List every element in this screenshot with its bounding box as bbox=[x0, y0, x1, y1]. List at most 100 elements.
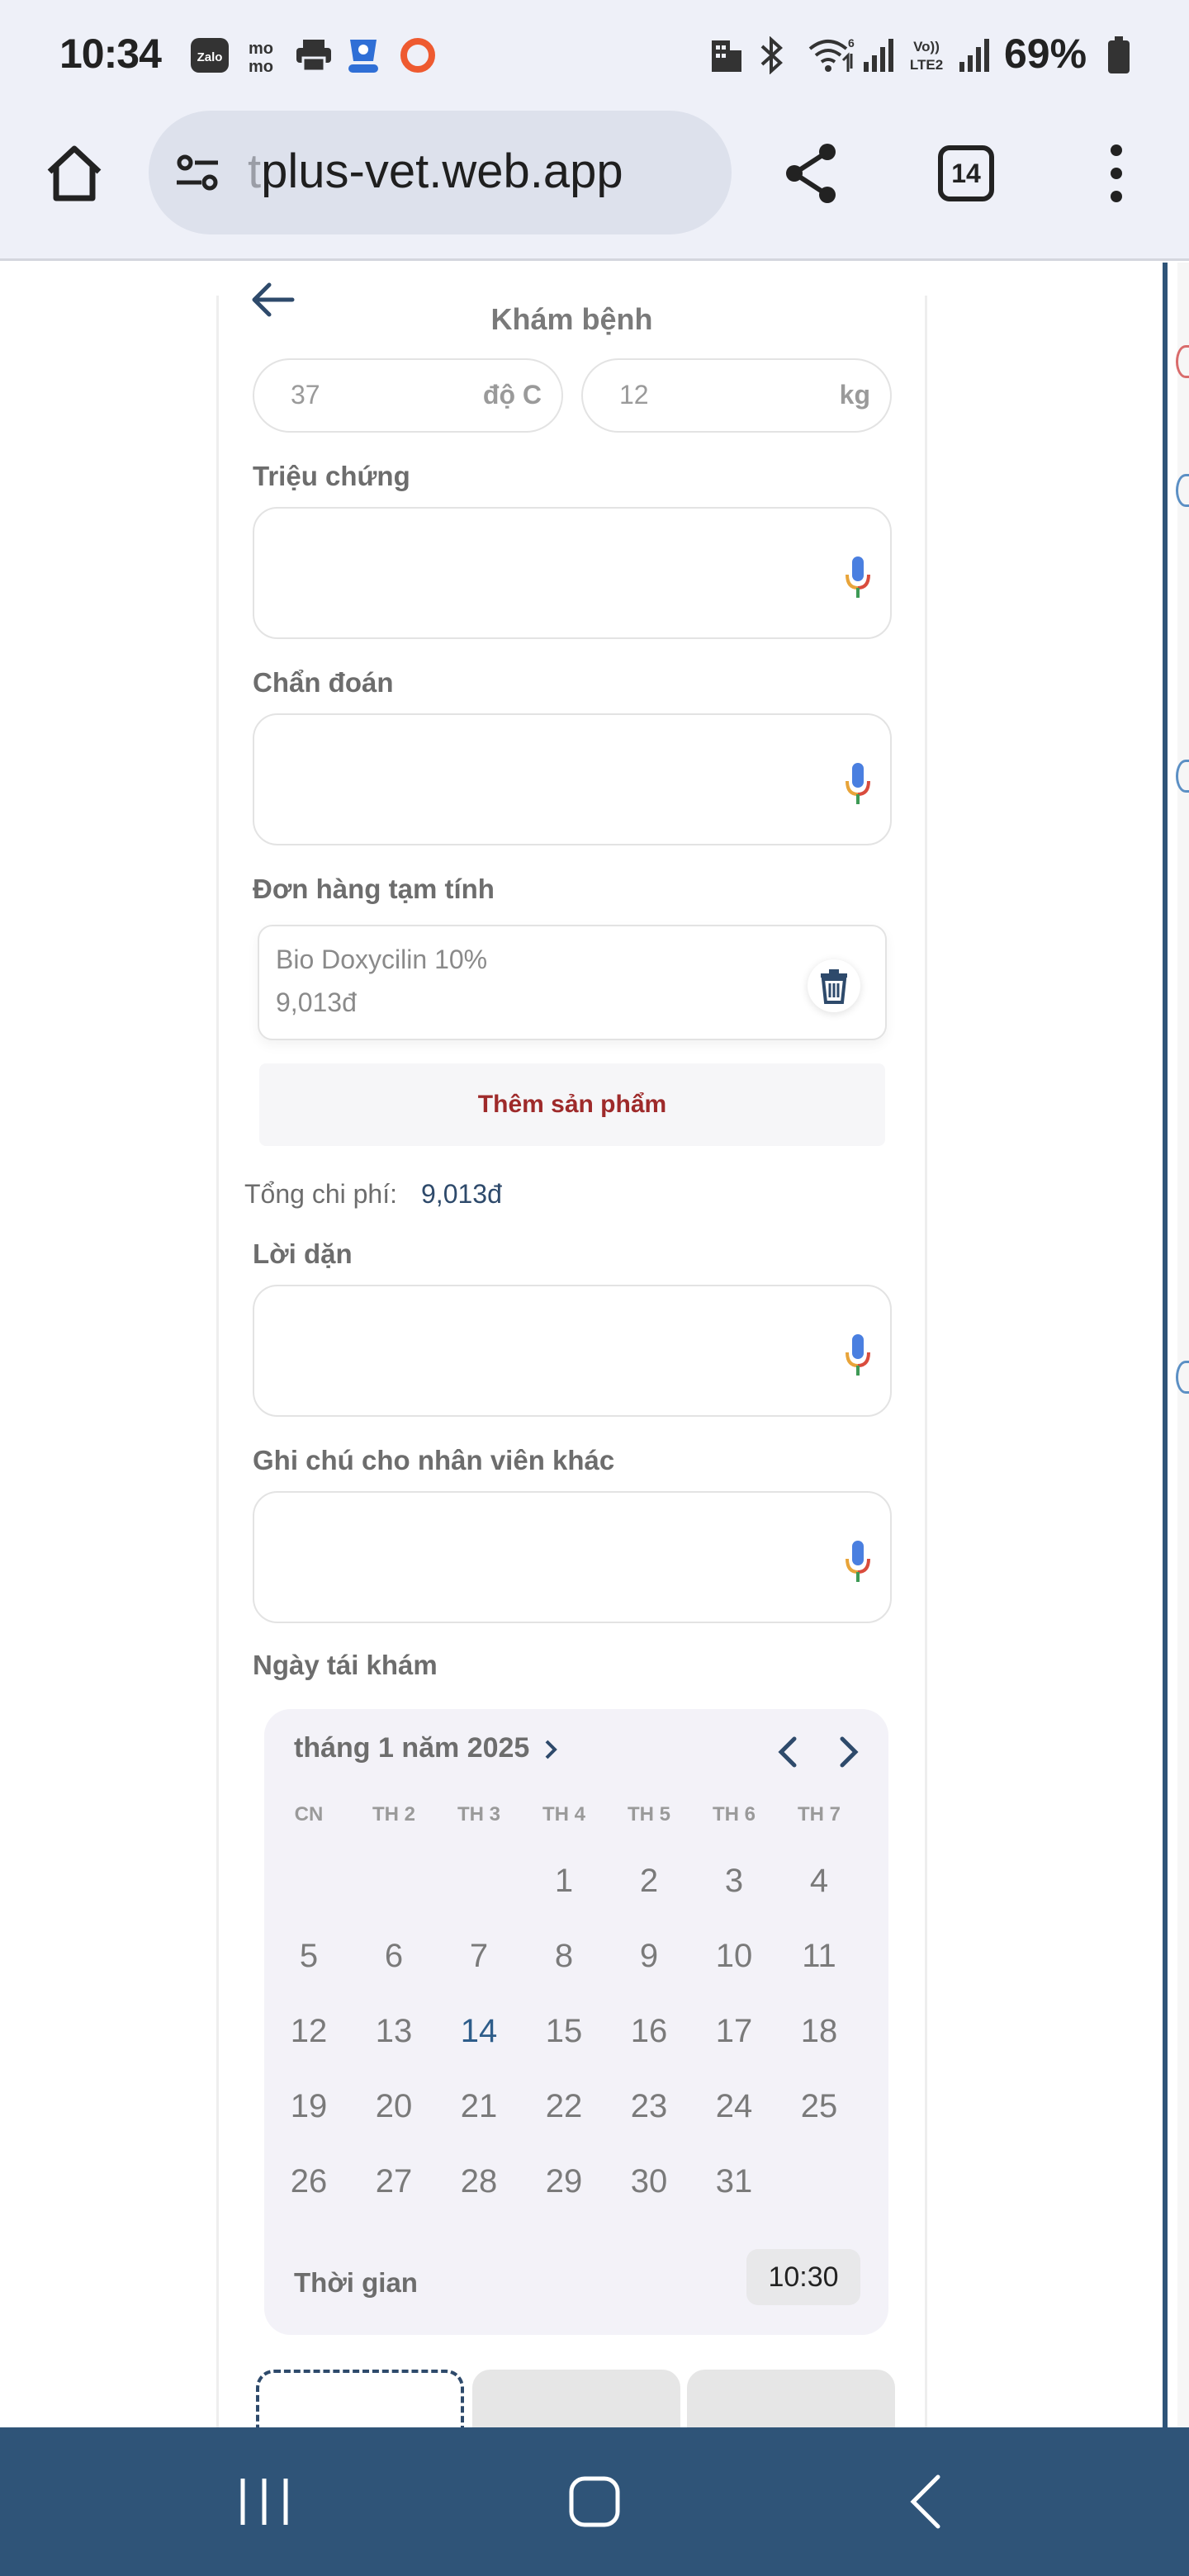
weekday-label: TH 4 bbox=[542, 1803, 585, 1825]
order-item-name: Bio Doxycilin 10% bbox=[276, 945, 488, 974]
calendar-next-button[interactable] bbox=[832, 1732, 865, 1772]
home-icon bbox=[47, 145, 102, 201]
calendar-day[interactable]: 11 bbox=[778, 1923, 860, 1989]
diagnosis-field[interactable] bbox=[253, 713, 892, 845]
bottom-option-2[interactable] bbox=[472, 2370, 680, 2427]
calendar-day[interactable]: 20 bbox=[353, 2073, 435, 2139]
building-icon bbox=[708, 35, 745, 76]
calendar-day[interactable]: 24 bbox=[693, 2073, 775, 2139]
order-item-price: 9,013đ bbox=[276, 987, 357, 1017]
calendar-day[interactable]: 4 bbox=[778, 1848, 860, 1914]
staff-note-field[interactable] bbox=[253, 1491, 892, 1623]
weight-input[interactable]: 12 kg bbox=[581, 358, 892, 433]
system-nav-bar bbox=[0, 2427, 1189, 2576]
calendar-day[interactable]: 2 bbox=[608, 1848, 690, 1914]
calendar-day[interactable]: 10 bbox=[693, 1923, 775, 1989]
symptoms-field[interactable] bbox=[253, 507, 892, 639]
overflow-menu-button[interactable] bbox=[1100, 137, 1133, 211]
weekday-label: CN bbox=[294, 1803, 324, 1825]
symptoms-label: Triệu chứng bbox=[253, 461, 410, 491]
temperature-unit: độ C bbox=[482, 380, 542, 410]
calendar-day[interactable]: 5 bbox=[268, 1923, 350, 1989]
page-content: Khám bệnh 37 độ C 12 kg Triệu chứng Chẩn… bbox=[0, 263, 1189, 2427]
calendar-day[interactable]: 13 bbox=[353, 1998, 435, 2064]
chevron-left-icon bbox=[910, 2474, 940, 2529]
bluetooth-icon bbox=[755, 35, 788, 76]
zalo-icon: Zalo bbox=[188, 35, 231, 76]
calendar-day[interactable]: 22 bbox=[523, 2073, 605, 2139]
calendar-month-label[interactable]: tháng 1 năm 2025 bbox=[294, 1732, 529, 1764]
weekday-label: TH 3 bbox=[457, 1803, 500, 1825]
home-nav-button[interactable] bbox=[561, 2469, 628, 2535]
site-settings-icon[interactable] bbox=[173, 148, 223, 197]
calendar-day[interactable]: 16 bbox=[608, 1998, 690, 2064]
calendar-day[interactable]: 25 bbox=[778, 2073, 860, 2139]
calendar-day[interactable]: 17 bbox=[693, 1998, 775, 2064]
battery-percent: 69% bbox=[1004, 31, 1087, 77]
calendar-day[interactable]: 23 bbox=[608, 2073, 690, 2139]
calendar-day[interactable]: 19 bbox=[268, 2073, 350, 2139]
temperature-input[interactable]: 37 độ C bbox=[253, 358, 563, 433]
side-panel-peek bbox=[1177, 263, 1189, 2427]
panel-divider-right bbox=[925, 296, 927, 2427]
revisit-calendar: tháng 1 năm 2025 CN TH 2 TH 3 TH 4 TH 5 TH 6 T… bbox=[264, 1709, 888, 2335]
share-icon bbox=[786, 144, 836, 203]
mic-icon[interactable] bbox=[844, 761, 872, 807]
trash-icon bbox=[821, 969, 847, 1004]
svg-text:6: 6 bbox=[848, 36, 855, 50]
calendar-day[interactable]: 21 bbox=[438, 2073, 520, 2139]
total-cost-value: 9,013đ bbox=[421, 1179, 502, 1209]
status-time: 10:34 bbox=[59, 31, 162, 77]
signal-icon-2 bbox=[955, 35, 994, 76]
ring-icon bbox=[396, 35, 439, 76]
weekday-label: TH 5 bbox=[627, 1803, 670, 1825]
advice-field[interactable] bbox=[253, 1285, 892, 1417]
address-bar[interactable]: tplus-vet.web.app bbox=[149, 111, 732, 234]
calendar-day[interactable]: 6 bbox=[353, 1923, 435, 1989]
diagnosis-label: Chẩn đoán bbox=[253, 667, 394, 698]
mic-icon[interactable] bbox=[844, 555, 872, 601]
add-product-button[interactable]: Thêm sản phẩm bbox=[259, 1063, 885, 1146]
calendar-day[interactable]: 9 bbox=[608, 1923, 690, 1989]
share-button[interactable] bbox=[779, 140, 846, 206]
calendar-day[interactable]: 28 bbox=[438, 2148, 520, 2214]
svg-text:Vo)): Vo)) bbox=[913, 39, 940, 54]
calendar-day[interactable]: 14 bbox=[438, 1998, 520, 2064]
temperature-value: 37 bbox=[291, 380, 320, 410]
svg-text:Zalo: Zalo bbox=[197, 50, 223, 64]
time-picker[interactable]: 10:30 bbox=[746, 2249, 860, 2305]
calendar-day[interactable]: 8 bbox=[523, 1923, 605, 1989]
calendar-day[interactable]: 12 bbox=[268, 1998, 350, 2064]
calendar-day[interactable]: 15 bbox=[523, 1998, 605, 2064]
delete-item-button[interactable] bbox=[808, 959, 860, 1012]
calendar-day[interactable]: 29 bbox=[523, 2148, 605, 2214]
calendar-day[interactable]: 3 bbox=[693, 1848, 775, 1914]
order-item: Bio Doxycilin 10% 9,013đ bbox=[258, 925, 887, 1040]
calendar-day[interactable]: 30 bbox=[608, 2148, 690, 2214]
back-nav-button[interactable] bbox=[895, 2469, 961, 2535]
calendar-day[interactable]: 31 bbox=[693, 2148, 775, 2214]
bottom-option-3[interactable] bbox=[687, 2370, 895, 2427]
chevron-right-icon[interactable] bbox=[542, 1737, 561, 1762]
mic-icon[interactable] bbox=[844, 1333, 872, 1379]
calendar-day[interactable]: 1 bbox=[523, 1848, 605, 1914]
home-square-icon bbox=[569, 2476, 620, 2527]
weekday-label: TH 2 bbox=[372, 1803, 415, 1825]
home-button[interactable] bbox=[41, 140, 107, 215]
calendar-day[interactable]: 26 bbox=[268, 2148, 350, 2214]
tab-switcher-button[interactable]: 14 bbox=[938, 145, 994, 201]
order-label: Đơn hàng tạm tính bbox=[253, 874, 495, 904]
volte-icon: Vo)) LTE2 bbox=[903, 35, 950, 76]
calendar-day[interactable]: 7 bbox=[438, 1923, 520, 1989]
url-text[interactable]: tplus-vet.web.app bbox=[248, 144, 710, 199]
svg-text:mo: mo bbox=[249, 40, 273, 58]
weekday-label: TH 6 bbox=[712, 1803, 756, 1825]
recent-apps-button[interactable] bbox=[231, 2469, 297, 2535]
mic-icon[interactable] bbox=[844, 1539, 872, 1585]
bottom-option-1[interactable] bbox=[256, 2370, 464, 2427]
calendar-day[interactable]: 27 bbox=[353, 2148, 435, 2214]
panel-divider-left bbox=[216, 296, 219, 2427]
calendar-day[interactable]: 18 bbox=[778, 1998, 860, 2064]
wifi-icon: 6 bbox=[806, 35, 855, 76]
calendar-prev-button[interactable] bbox=[771, 1732, 804, 1772]
